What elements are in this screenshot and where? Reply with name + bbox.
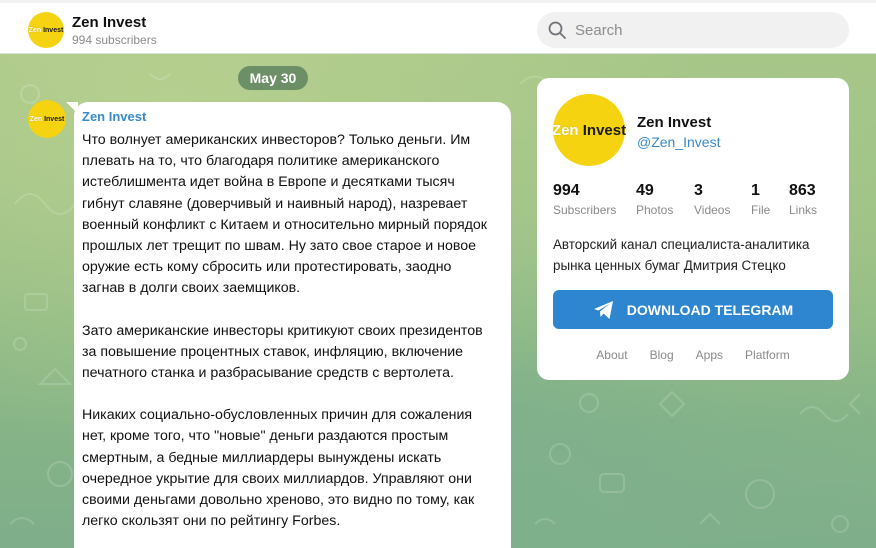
stat-photos[interactable]: 49 Photos (636, 182, 673, 217)
stat-value: 49 (636, 182, 654, 199)
stat-label: Subscribers (553, 203, 617, 217)
stat-files[interactable]: 1 File (751, 182, 770, 217)
avatar-word-invest: Invest (44, 115, 65, 123)
header-top-strip (0, 0, 876, 3)
message-author[interactable]: Zen Invest (82, 109, 497, 124)
stat-value: 863 (789, 182, 816, 199)
avatar-word-invest: Invest (43, 26, 64, 34)
card-avatar: Zen Invest (551, 94, 627, 166)
stat-value: 3 (694, 182, 703, 199)
message-paragraph: Никаких социально-обусловленных причин д… (82, 407, 475, 530)
stat-videos[interactable]: 3 Videos (694, 182, 730, 217)
channel-description: Авторский канал специалиста-аналитика ры… (553, 237, 810, 273)
message-paragraph: Что волнует американских инвесторов? Тол… (82, 132, 488, 297)
link-blog[interactable]: Blog (650, 348, 674, 362)
footer-links: About Blog Apps Platform (537, 348, 849, 362)
card-channel-name: Zen Invest (637, 114, 712, 131)
link-platform[interactable]: Platform (745, 348, 790, 362)
stat-label: Links (789, 203, 818, 217)
search-box[interactable] (537, 12, 849, 48)
telegram-plane-icon (593, 300, 613, 319)
stat-value: 1 (751, 182, 760, 199)
avatar-word-invest: Invest (582, 121, 627, 139)
search-input[interactable] (575, 21, 825, 39)
avatar-word-zen: Zen (28, 26, 42, 34)
channel-header: Zen Invest Zen Invest 994 subscribers (0, 0, 876, 54)
card-channel-handle[interactable]: @Zen_Invest (637, 134, 720, 150)
avatar-word-zen: Zen (551, 121, 579, 139)
stat-label: Photos (636, 203, 674, 217)
stat-label: Videos (694, 203, 731, 217)
stat-subscribers: 994 Subscribers (553, 182, 616, 217)
stat-links[interactable]: 863 Links (789, 182, 817, 217)
channel-info-card: Zen Invest Zen Invest @Zen_Invest 994 Su… (537, 78, 849, 380)
download-telegram-label: DOWNLOAD TELEGRAM (626, 301, 794, 318)
link-about[interactable]: About (596, 348, 627, 362)
message-paragraph: Зато американские инвесторы критикуют св… (82, 322, 483, 382)
channel-title[interactable]: Zen Invest (72, 14, 146, 31)
search-icon (548, 21, 566, 39)
avatar-word-zen: Zen (29, 115, 43, 123)
subscriber-count: 994 subscribers (72, 33, 157, 47)
stat-value: 994 (553, 182, 580, 199)
channel-avatar[interactable]: Zen Invest (28, 12, 64, 48)
message-author-avatar[interactable]: Zen Invest (28, 100, 66, 138)
stat-label: File (751, 203, 771, 217)
download-telegram-button[interactable]: DOWNLOAD TELEGRAM (553, 290, 833, 329)
date-separator: May 30 (238, 66, 308, 90)
message-bubble: Zen Invest Что волнует американских инве… (74, 102, 511, 548)
link-apps[interactable]: Apps (696, 348, 723, 362)
